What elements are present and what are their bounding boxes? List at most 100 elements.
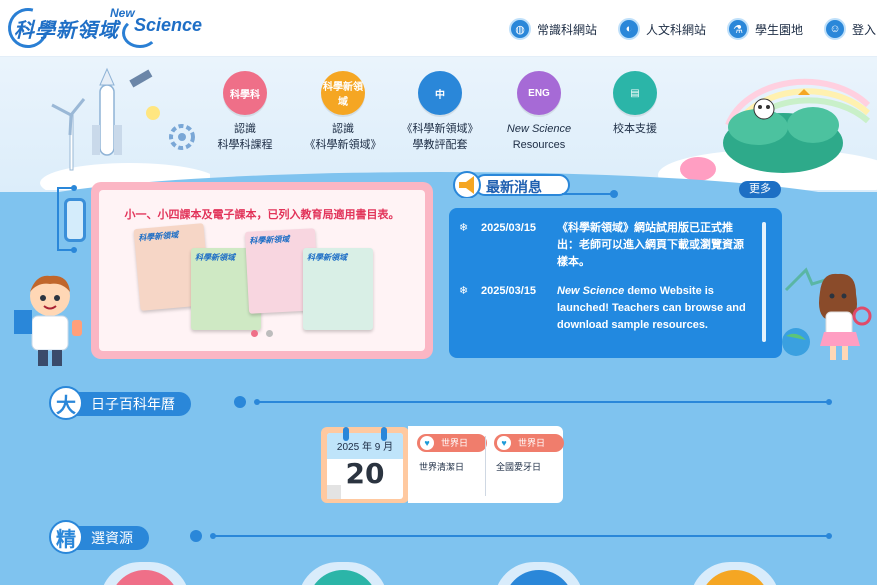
news-date: 2025/03/15 [481,222,537,234]
resources-badge: 精 [49,520,83,554]
resource-card[interactable] [100,562,190,585]
nav-label-line2: Resources [512,139,566,151]
calendar-ring-icon [381,427,387,441]
nav-label-line1: New Science [506,123,572,135]
snowflake-bullet-icon: ❄ [459,222,469,234]
section-line-start-dot [254,399,260,405]
news-heading: 最新消息 [452,170,570,198]
presentation-icon: 中 [418,71,462,115]
resource-card-icon [110,570,180,585]
calendar-page-fold [327,485,341,499]
book-title: 科學新領域 [249,234,290,246]
nav-school-based-support[interactable]: ▤ 校本支援 [580,71,690,137]
news-date: 2025/03/15 [481,285,537,297]
special-days-card: ♥ 世界日 世界清潔日 ♥ 世界日 全國愛牙日 [408,426,564,503]
news-heading-line [562,193,612,195]
section-line-end-dot [826,533,832,539]
calendar-date-card[interactable]: 2025 年 9 月 20 [321,427,409,503]
nav-label-line1: 《科學新領域》 [401,123,479,135]
news-scrollbar[interactable] [762,222,766,342]
presentation-icon: ENG [517,71,561,115]
special-day-tag: ♥ 世界日 [417,434,487,452]
section-line [256,401,830,403]
book-title: 科學新領域 [307,253,347,262]
flask-icon: ⚗ [727,18,749,40]
link-humanities-site[interactable]: ◐ 人文科網站 [618,17,706,41]
news-heading-line-dot [610,190,618,198]
nav-label-line2: 《科學新領域》 [304,139,382,151]
site-header: 科學新領域 New Science ◍ 常識科網站 ◐ 人文科網站 ⚗ 學生園地… [0,0,877,57]
logo-chinese[interactable]: 科學新領域 [0,0,118,56]
news-item[interactable]: ❄ 2025/03/15 《科學新領域》網站試用版已正式推出：老師可以進入網頁下… [459,220,752,271]
nav-label-line2: 科學科課程 [217,139,273,151]
special-day-item[interactable]: ♥ 世界日 世界清潔日 [417,434,487,473]
link-general-studies-site[interactable]: ◍ 常識科網站 [509,17,597,41]
carousel-banner-text: 小一、小四課本及電子課本，已列入教育局適用書目表。 [124,209,400,221]
almanac-badge: 大 [49,386,83,420]
news-more-button[interactable]: 更多 [739,181,781,198]
resource-card[interactable] [494,562,584,585]
special-day-divider [485,436,486,496]
logo-english-science: Science [134,15,203,35]
resource-card[interactable] [298,562,388,585]
news-scrollbar-thumb[interactable] [762,222,766,342]
nav-about-new-science[interactable]: 科學新領域 認識 《科學新領域》 [288,71,398,153]
megaphone-icon [453,171,481,198]
link-label: 學生園地 [755,22,804,37]
special-day-name: 世界清潔日 [419,462,465,472]
section-line-dot [190,530,202,542]
nav-label-line1: 認識 [332,123,354,135]
special-day-tag-text: 世界日 [441,438,469,448]
carousel-dot-2[interactable] [266,330,273,337]
resource-card-icon [700,570,770,585]
calendar-month: 2025 年 9 月 [327,433,403,459]
almanac-title: 日子百科年曆 [73,392,191,416]
special-day-tag-text: 世界日 [518,438,546,448]
link-student-corner[interactable]: ⚗ 學生園地 [727,17,803,41]
textbook-cover: 科學新領域 [303,248,373,330]
magnifier-icon: 科學科 [223,71,267,115]
promo-carousel[interactable]: 小一、小四課本及電子課本，已列入教育局適用書目表。 科學新領域 科學新領域 科學… [91,182,433,359]
nav-label-line1: 認識 [234,123,256,135]
special-day-item[interactable]: ♥ 世界日 全國愛牙日 [494,434,564,473]
book-title: 科學新領域 [195,253,235,262]
clipboard-icon: ▤ [613,71,657,115]
special-day-name: 全國愛牙日 [496,462,542,472]
news-list: ❄ 2025/03/15 《科學新領域》網站試用版已正式推出：老師可以進入網頁下… [449,208,782,358]
circuit-line-icon [57,185,77,253]
hand-globe-icon: ◐ [618,18,640,40]
nav-label-line1: 校本支援 [613,123,657,135]
nav-teaching-resources-chinese[interactable]: 中 《科學新領域》 學教評配套 [385,71,495,153]
nav-new-science-resources[interactable]: ENG New Science Resources [484,71,594,153]
girl-with-magnifier-icon [782,267,872,360]
nav-about-science-curriculum[interactable]: 科學科 認識 科學科課程 [190,71,300,153]
robot-icon: ☺ [824,18,846,40]
globe-icon: ◍ [509,18,531,40]
resource-card-icon [504,570,574,585]
rocket-scene-icon [40,67,210,190]
news-heading-text: 最新消息 [486,179,542,195]
news-text: New Science demo Website is launched! Te… [557,283,752,334]
carousel-dots [99,330,425,337]
boy-scientist-icon [14,275,82,366]
nav-label-line2: 學教評配套 [412,139,468,151]
heart-icon: ♥ [497,436,511,450]
link-label: 登入 [852,22,877,37]
carousel-dot-1[interactable] [251,330,258,337]
section-line-start-dot [210,533,216,539]
resource-card[interactable] [690,562,780,585]
login-link[interactable]: ☺ 登入 [824,17,876,41]
logo-english-new: New [110,6,135,20]
heart-icon: ♥ [420,436,434,450]
carousel-slide: 小一、小四課本及電子課本，已列入教育局適用書目表。 科學新領域 科學新領域 科學… [99,190,425,351]
news-text: 《科學新領域》網站試用版已正式推出：老師可以進入網頁下載或瀏覽資源樣本。 [557,222,744,268]
section-line-dot [234,396,246,408]
special-day-tag: ♥ 世界日 [494,434,564,452]
logo-english[interactable]: New Science [110,6,202,48]
news-item[interactable]: ❄ 2025/03/15 New Science demo Website is… [459,283,752,334]
book-title: 科學新領域 [137,230,179,243]
book-icon: 科學新領域 [321,71,365,115]
logo-chinese-text: 科學新領域 [14,20,119,42]
calendar-ring-icon [343,427,349,441]
section-line-end-dot [826,399,832,405]
